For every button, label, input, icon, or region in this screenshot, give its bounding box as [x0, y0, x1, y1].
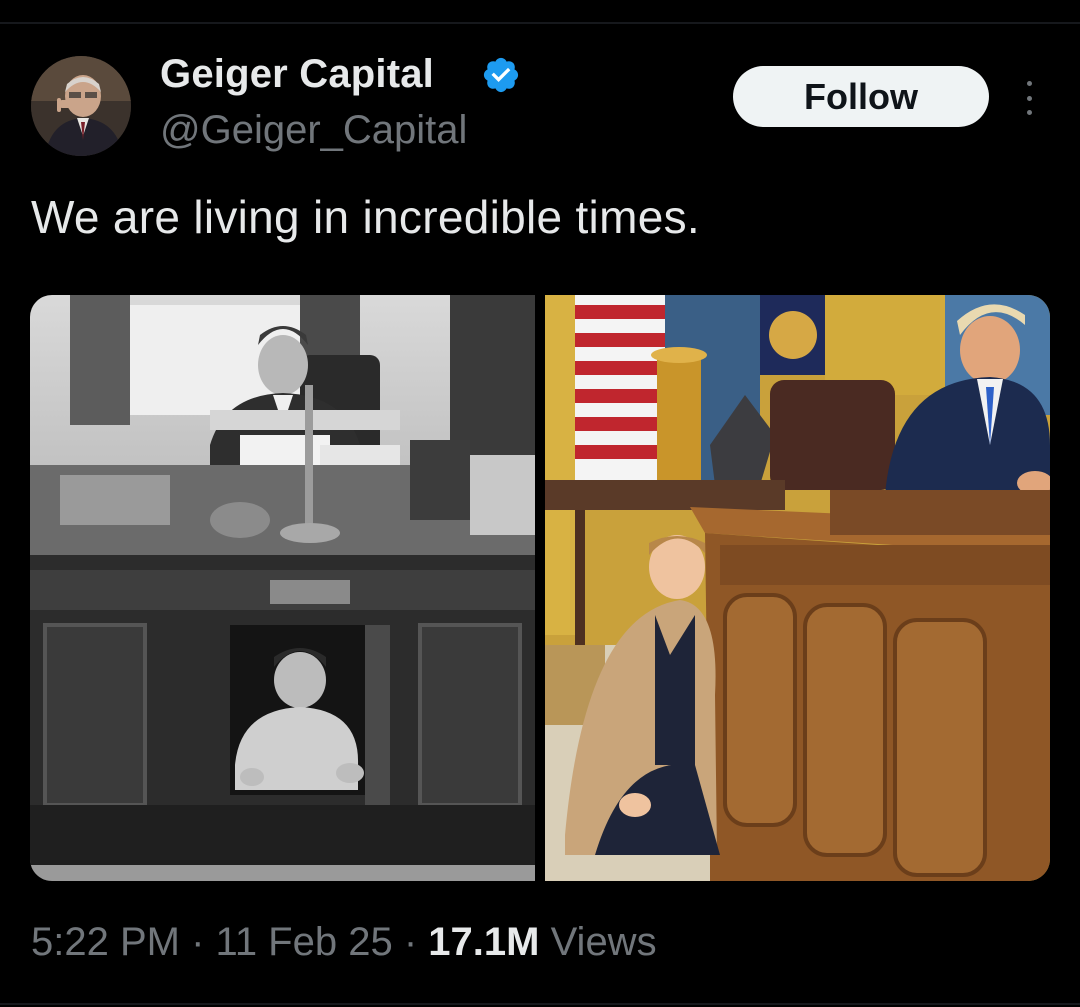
views-count: 17.1M: [428, 920, 540, 964]
avatar[interactable]: [31, 56, 131, 156]
tweet-text: We are living in incredible times.: [31, 191, 700, 243]
follow-button[interactable]: Follow: [733, 66, 989, 127]
photo-color-desk[interactable]: [545, 295, 1050, 881]
tweet-meta: 5:22 PM · 11 Feb 25 · 17.1M Views: [31, 920, 657, 965]
divider-bottom: [0, 1003, 1080, 1005]
photo-black-and-white-desk[interactable]: [30, 295, 535, 881]
views-label: Views: [550, 920, 657, 964]
meta-separator: ·: [403, 920, 418, 964]
display-name[interactable]: Geiger Capital: [160, 52, 434, 97]
tweet: Geiger Capital @Geiger_Capital Follow We…: [0, 0, 1080, 1007]
tweet-media: [30, 295, 1050, 881]
tweet-date[interactable]: 11 Feb 25: [216, 920, 393, 964]
divider-top: [0, 22, 1080, 24]
verified-badge-icon: [481, 55, 521, 95]
meta-separator: ·: [191, 920, 205, 964]
more-vertical-icon[interactable]: [1018, 78, 1040, 118]
tweet-time[interactable]: 5:22 PM: [31, 920, 180, 964]
user-handle[interactable]: @Geiger_Capital: [160, 108, 467, 153]
